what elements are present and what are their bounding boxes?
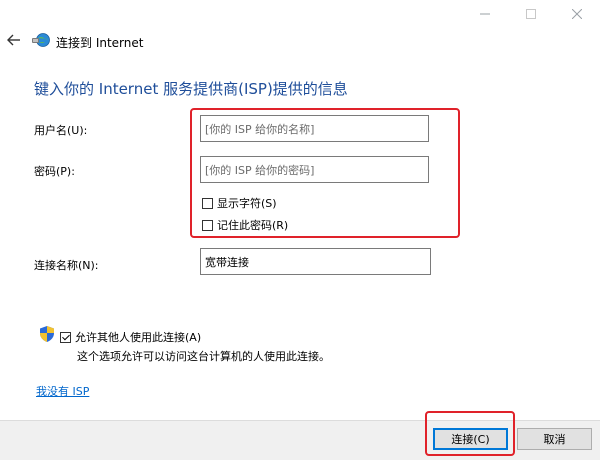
page-heading: 键入你的 Internet 服务提供商(ISP)提供的信息 xyxy=(34,80,348,98)
close-icon[interactable] xyxy=(554,0,600,28)
show-chars-checkbox[interactable] xyxy=(202,197,213,209)
remember-password-checkbox[interactable] xyxy=(202,219,213,231)
username-placeholder: [你的 ISP 给你的名称] xyxy=(205,122,315,136)
allow-others-option[interactable]: 允许其他人使用此连接(A) xyxy=(60,329,201,345)
allow-others-note: 这个选项允许可以访问这台计算机的人使用此连接。 xyxy=(77,350,330,363)
minimize-icon[interactable] xyxy=(462,0,508,28)
cancel-button[interactable]: 取消 xyxy=(517,428,592,450)
back-arrow-icon[interactable] xyxy=(6,32,22,48)
network-globe-icon xyxy=(32,32,50,48)
password-input[interactable]: [你的 ISP 给你的密码] xyxy=(200,156,429,183)
allow-others-label: 允许其他人使用此连接(A) xyxy=(75,331,202,344)
connection-name-value: 宽带连接 xyxy=(205,255,249,269)
window-controls xyxy=(462,0,600,28)
allow-others-checkbox[interactable] xyxy=(60,331,71,343)
footer-bar xyxy=(0,420,600,460)
connect-button[interactable]: 连接(C) xyxy=(433,428,508,450)
window-title: 连接到 Internet xyxy=(56,36,144,50)
connection-name-input[interactable]: 宽带连接 xyxy=(200,248,431,275)
show-chars-label: 显示字符(S) xyxy=(217,197,277,210)
remember-password-label: 记住此密码(R) xyxy=(217,219,289,232)
password-label: 密码(P): xyxy=(34,165,75,178)
uac-shield-icon xyxy=(40,326,54,342)
show-chars-option[interactable]: 显示字符(S) xyxy=(202,195,277,211)
remember-password-option[interactable]: 记住此密码(R) xyxy=(202,217,288,233)
maximize-icon[interactable] xyxy=(508,0,554,28)
connection-name-label: 连接名称(N): xyxy=(34,259,99,272)
no-isp-link[interactable]: 我没有 ISP xyxy=(36,383,89,399)
username-input[interactable]: [你的 ISP 给你的名称] xyxy=(200,115,429,142)
password-placeholder: [你的 ISP 给你的密码] xyxy=(205,163,315,177)
username-label: 用户名(U): xyxy=(34,124,88,137)
